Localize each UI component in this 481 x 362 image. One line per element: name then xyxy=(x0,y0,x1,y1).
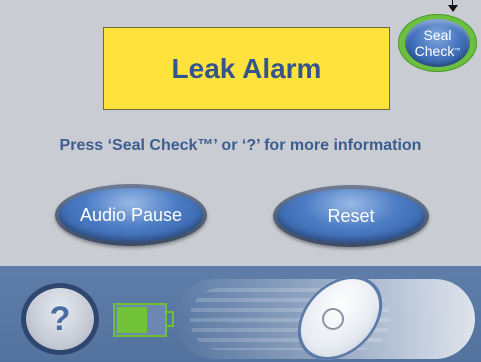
seal-check-button[interactable]: Seal Check™ xyxy=(398,14,477,72)
help-icon[interactable]: ? xyxy=(26,288,94,350)
reset-label[interactable]: Reset xyxy=(277,189,425,243)
alarm-text: Leak Alarm xyxy=(171,52,322,84)
audio-pause-label[interactable]: Audio Pause xyxy=(59,188,203,242)
battery-icon xyxy=(113,303,167,337)
leak-alarm-banner: Leak Alarm xyxy=(103,27,390,110)
help-button[interactable]: ? xyxy=(21,283,99,355)
battery-cap xyxy=(167,311,174,327)
reset-button[interactable]: Reset xyxy=(273,185,429,247)
seal-check-line1: Seal xyxy=(423,27,452,43)
seal-check-line2: Check™ xyxy=(414,43,461,59)
audio-pause-button[interactable]: Audio Pause xyxy=(55,184,207,246)
bottom-bar: ? xyxy=(0,266,481,362)
slider-knob-ring xyxy=(322,308,344,330)
arrow-head-icon xyxy=(448,5,458,12)
instruction-text: Press ‘Seal Check™’ or ‘?’ for more info… xyxy=(59,137,422,154)
seal-check-button-face[interactable]: Seal Check™ xyxy=(405,19,470,67)
battery-level xyxy=(117,307,147,333)
screen: Leak Alarm Seal Check™ Press ‘Seal Check… xyxy=(0,0,481,362)
